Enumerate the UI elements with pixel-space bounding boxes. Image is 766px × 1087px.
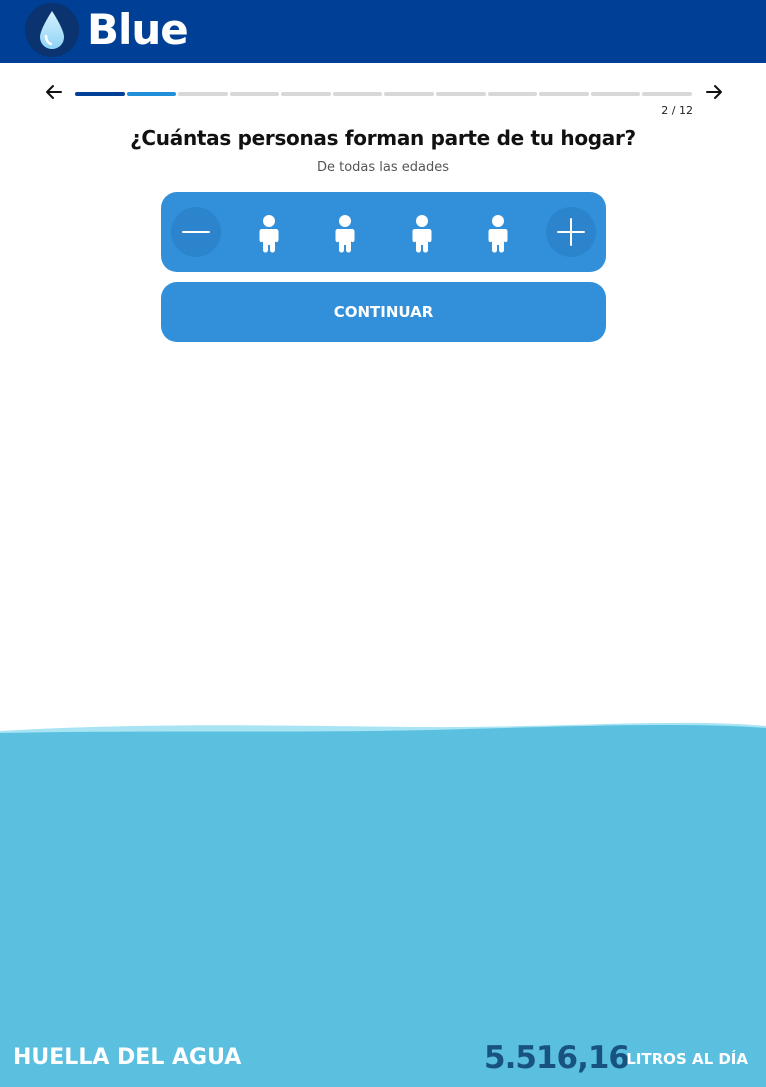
- progress-segment: [178, 92, 228, 96]
- progress-segment: [126, 92, 177, 96]
- progress-segment: [384, 92, 435, 96]
- app-title: Blue: [87, 5, 189, 54]
- footprint-value: 5.516,16: [484, 1040, 630, 1076]
- question-title: ¿Cuántas personas forman parte de tu hog…: [130, 126, 636, 150]
- water-drop-icon: [25, 3, 79, 57]
- decrement-button[interactable]: [171, 207, 221, 257]
- progress-segment: [487, 92, 538, 96]
- progress-segment: [229, 92, 280, 96]
- question-subtitle: De todas las edades: [316, 160, 450, 175]
- person-icon: [259, 215, 279, 253]
- app-header: Blue: [0, 0, 766, 63]
- step-counter: 2 / 12: [661, 104, 693, 117]
- progress-segment: [436, 92, 486, 96]
- water-wave: [0, 722, 766, 1087]
- person-icon: [335, 215, 355, 253]
- minus-icon: [182, 231, 210, 233]
- arrow-right-icon[interactable]: [703, 81, 725, 103]
- arrow-left-icon[interactable]: [43, 81, 65, 103]
- progress-segment: [332, 92, 383, 96]
- progress-segment: [590, 92, 641, 96]
- progress-segment: [281, 92, 331, 96]
- footprint-label: HUELLA DEL AGUA: [13, 1045, 242, 1070]
- person-icon: [488, 215, 508, 253]
- plus-icon: [557, 218, 585, 246]
- household-stepper: [161, 192, 606, 272]
- person-icon: [412, 215, 432, 253]
- footprint-unit: LITROS AL DÍA: [626, 1050, 748, 1068]
- progress-segment: [75, 92, 125, 96]
- progress-bar: [75, 92, 692, 98]
- progress-segment: [642, 92, 692, 96]
- continue-button[interactable]: CONTINUAR: [161, 282, 606, 342]
- progress-segment: [539, 92, 589, 96]
- increment-button[interactable]: [546, 207, 596, 257]
